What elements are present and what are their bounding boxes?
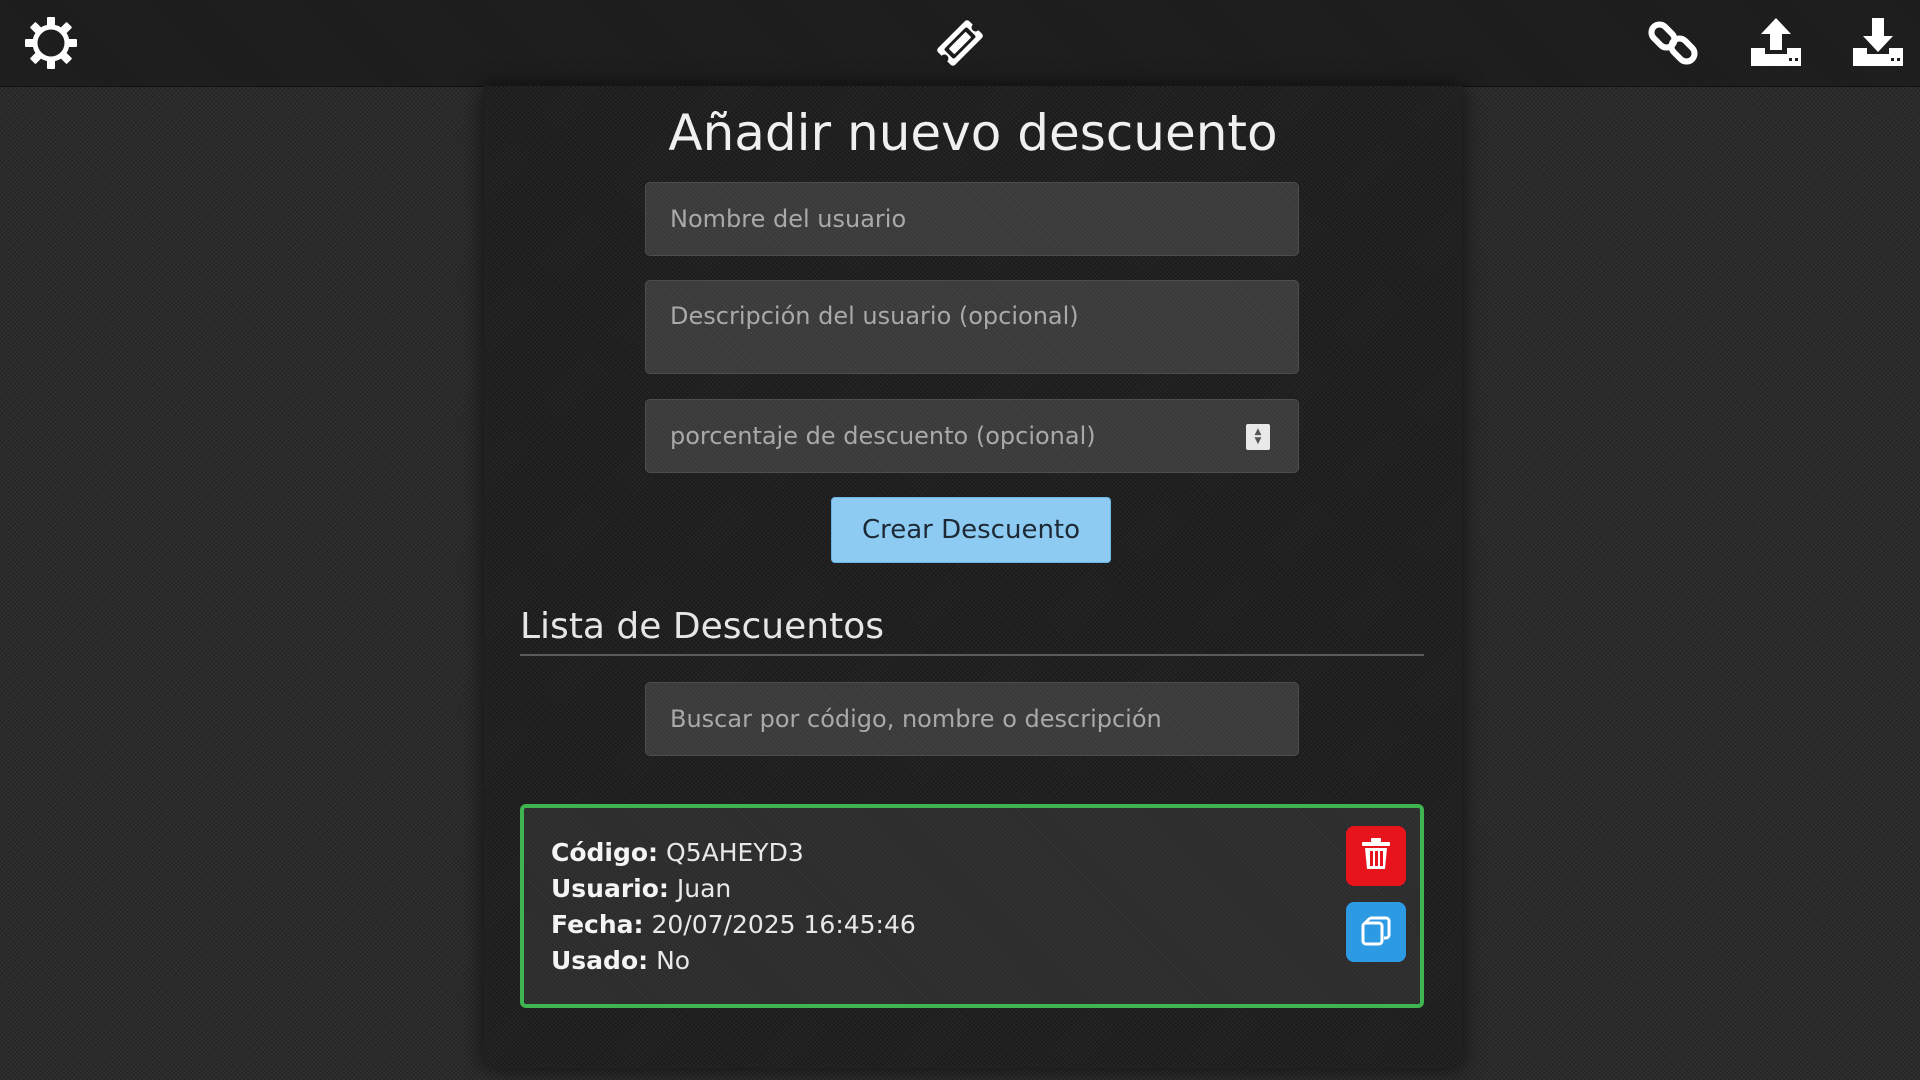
discount-list-title: Lista de Descuentos	[520, 606, 884, 647]
user-label: Usuario:	[551, 874, 669, 903]
discount-user: Juan	[676, 874, 732, 903]
settings-button[interactable]	[16, 8, 86, 78]
discount-card: Código: Q5AHEYD3 Usuario: Juan Fecha: 20…	[520, 804, 1424, 1008]
upload-icon	[1747, 14, 1805, 72]
section-divider	[520, 654, 1424, 656]
discount-code: Q5AHEYD3	[666, 838, 804, 867]
copy-icon	[1358, 912, 1394, 952]
create-discount-button[interactable]: Crear Descuento	[831, 497, 1111, 563]
ticket-icon	[930, 13, 990, 73]
discount-date-row: Fecha: 20/07/2025 16:45:46	[551, 910, 916, 939]
date-label: Fecha:	[551, 910, 644, 939]
user-description-input[interactable]	[645, 280, 1299, 374]
gear-icon	[22, 14, 80, 72]
chevron-down-icon: ▼	[1254, 436, 1262, 446]
delete-discount-button[interactable]	[1346, 826, 1406, 886]
discount-used-row: Usado: No	[551, 946, 690, 975]
page-title: Añadir nuevo descuento	[668, 104, 1278, 162]
link-icon	[1644, 14, 1702, 72]
discount-used: No	[656, 946, 691, 975]
main-panel: Añadir nuevo descuento ▲ ▼ Crear Descuen…	[484, 86, 1462, 1068]
link-button[interactable]	[1638, 8, 1708, 78]
upload-button[interactable]	[1741, 8, 1811, 78]
top-bar	[0, 0, 1920, 87]
discount-percentage-input[interactable]	[645, 399, 1299, 473]
code-label: Código:	[551, 838, 659, 867]
discount-user-row: Usuario: Juan	[551, 874, 731, 903]
copy-code-button[interactable]	[1346, 902, 1406, 962]
percentage-stepper[interactable]: ▲ ▼	[1246, 424, 1270, 450]
download-icon	[1849, 14, 1907, 72]
discount-code-row: Código: Q5AHEYD3	[551, 838, 804, 867]
logo-button[interactable]	[925, 8, 995, 78]
trash-icon	[1360, 837, 1392, 875]
used-label: Usado:	[551, 946, 649, 975]
user-name-input[interactable]	[645, 182, 1299, 256]
download-button[interactable]	[1843, 8, 1913, 78]
search-input[interactable]	[645, 682, 1299, 756]
discount-date: 20/07/2025 16:45:46	[651, 910, 916, 939]
